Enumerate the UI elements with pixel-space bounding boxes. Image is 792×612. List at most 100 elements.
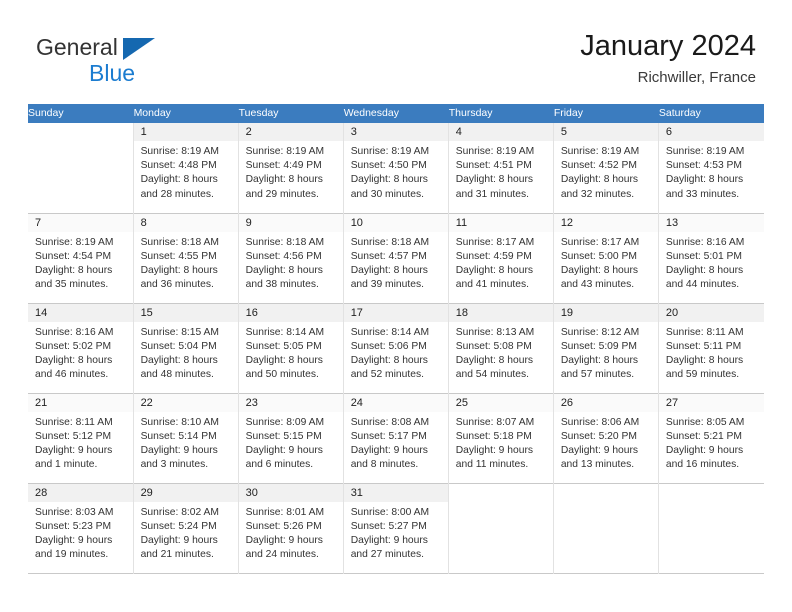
sunset-text: Sunset: 5:06 PM	[350, 340, 427, 352]
day-number: 27	[658, 393, 764, 412]
calendar-day-cell[interactable]: 1 Sunrise: 8:19 AM Sunset: 4:48 PM Daylight…	[133, 123, 239, 213]
calendar-week-row: 1 Sunrise: 8:19 AM Sunset: 4:48 PM Daylight…	[28, 123, 764, 213]
day-details: Sunrise: 8:00 AM Sunset: 5:27 PM Daylight:…	[344, 502, 448, 563]
sunrise-text: Sunrise: 8:00 AM	[350, 506, 430, 518]
day-details: Sunrise: 8:19 AM Sunset: 4:53 PM Daylight:…	[659, 141, 764, 202]
day-number: 11	[448, 213, 553, 232]
daylight-text-line1: Daylight: 8 hours	[560, 354, 639, 366]
day-number: 8	[133, 213, 238, 232]
weekday-header-saturday: Saturday	[658, 104, 765, 123]
calendar-day-cell[interactable]: 4 Sunrise: 8:19 AM Sunset: 4:51 PM Daylight…	[448, 123, 554, 213]
calendar-day-cell[interactable]: 29 Sunrise: 8:02 AM Sunset: 5:24 PM Dayligh…	[133, 483, 239, 573]
daylight-text-line2: and 54 minutes.	[455, 369, 530, 381]
daylight-text-line1: Daylight: 8 hours	[560, 264, 639, 276]
calendar-day-cell[interactable]: 16 Sunrise: 8:14 AM Sunset: 5:05 PM Dayligh…	[238, 303, 344, 393]
calendar-day-cell[interactable]: 23 Sunrise: 8:09 AM Sunset: 5:15 PM Dayligh…	[238, 393, 344, 483]
daylight-text-line2: and 32 minutes.	[560, 188, 635, 200]
sunset-text: Sunset: 4:56 PM	[245, 250, 322, 262]
day-details: Sunrise: 8:16 AM Sunset: 5:01 PM Daylight:…	[659, 232, 764, 293]
sunset-text: Sunset: 4:51 PM	[455, 160, 532, 172]
daylight-text-line1: Daylight: 8 hours	[455, 174, 534, 186]
calendar-day-cell[interactable]: 6 Sunrise: 8:19 AM Sunset: 4:53 PM Daylight…	[658, 123, 764, 213]
sunset-text: Sunset: 5:24 PM	[140, 520, 217, 532]
calendar-day-cell[interactable]: 28 Sunrise: 8:03 AM Sunset: 5:23 PM Dayligh…	[28, 483, 134, 573]
sunrise-text: Sunrise: 8:19 AM	[560, 146, 640, 157]
day-number: 5	[553, 123, 658, 141]
daylight-text-line2: and 33 minutes.	[665, 188, 740, 200]
calendar-day-cell[interactable]: 26 Sunrise: 8:06 AM Sunset: 5:20 PM Dayligh…	[553, 393, 659, 483]
daylight-text-line1: Daylight: 8 hours	[455, 354, 534, 366]
day-details: Sunrise: 8:19 AM Sunset: 4:52 PM Daylight:…	[554, 141, 658, 202]
calendar-day-cell[interactable]: 10 Sunrise: 8:18 AM Sunset: 4:57 PM Dayligh…	[343, 213, 449, 303]
calendar-day-cell[interactable]: 12 Sunrise: 8:17 AM Sunset: 5:00 PM Dayligh…	[553, 213, 659, 303]
daylight-text-line2: and 59 minutes.	[665, 369, 740, 381]
calendar-day-cell[interactable]: 3 Sunrise: 8:19 AM Sunset: 4:50 PM Daylight…	[343, 123, 449, 213]
sunset-text: Sunset: 5:15 PM	[245, 430, 322, 442]
calendar-day-cell[interactable]: 25 Sunrise: 8:07 AM Sunset: 5:18 PM Dayligh…	[448, 393, 554, 483]
daylight-text-line1: Daylight: 9 hours	[455, 444, 534, 456]
day-number: 17	[343, 303, 448, 322]
sunrise-text: Sunrise: 8:17 AM	[560, 236, 640, 248]
calendar-day-cell[interactable]: 21 Sunrise: 8:11 AM Sunset: 5:12 PM Dayligh…	[28, 393, 134, 483]
day-number: 1	[133, 123, 238, 141]
calendar-day-cell[interactable]: 8 Sunrise: 8:18 AM Sunset: 4:55 PM Daylight…	[133, 213, 239, 303]
day-details: Sunrise: 8:02 AM Sunset: 5:24 PM Daylight:…	[134, 502, 238, 563]
calendar-day-cell[interactable]: 17 Sunrise: 8:14 AM Sunset: 5:06 PM Dayligh…	[343, 303, 449, 393]
weekday-header-monday: Monday	[133, 104, 239, 123]
calendar-day-cell[interactable]: 31 Sunrise: 8:00 AM Sunset: 5:27 PM Dayligh…	[343, 483, 449, 573]
day-details: Sunrise: 8:19 AM Sunset: 4:54 PM Daylight:…	[28, 232, 133, 293]
daylight-text-line1: Daylight: 8 hours	[665, 354, 744, 366]
calendar-day-cell[interactable]: 15 Sunrise: 8:15 AM Sunset: 5:04 PM Dayligh…	[133, 303, 239, 393]
sunset-text: Sunset: 5:18 PM	[455, 430, 532, 442]
page-subtitle-location: Richwiller, France	[637, 69, 756, 87]
calendar-day-cell[interactable]: 18 Sunrise: 8:13 AM Sunset: 5:08 PM Dayligh…	[448, 303, 554, 393]
daylight-text-line1: Daylight: 9 hours	[245, 534, 323, 546]
day-details: Sunrise: 8:05 AM Sunset: 5:21 PM Daylight:…	[659, 412, 764, 473]
daylight-text-line1: Daylight: 8 hours	[140, 264, 218, 276]
calendar-day-cell[interactable]: 30 Sunrise: 8:01 AM Sunset: 5:26 PM Dayligh…	[238, 483, 344, 573]
day-number	[659, 484, 764, 502]
calendar-day-cell[interactable]: 19 Sunrise: 8:12 AM Sunset: 5:09 PM Dayligh…	[553, 303, 659, 393]
calendar-day-cell[interactable]: 24 Sunrise: 8:08 AM Sunset: 5:17 PM Dayligh…	[343, 393, 449, 483]
weekday-header-wednesday: Wednesday	[343, 104, 449, 123]
daylight-text-line1: Daylight: 8 hours	[350, 264, 428, 276]
day-details: Sunrise: 8:19 AM Sunset: 4:50 PM Daylight:…	[344, 141, 448, 202]
calendar-day-cell[interactable]: 27 Sunrise: 8:05 AM Sunset: 5:21 PM Dayligh…	[658, 393, 764, 483]
day-details: Sunrise: 8:19 AM Sunset: 4:51 PM Daylight:…	[449, 141, 553, 202]
calendar-day-cell[interactable]: 22 Sunrise: 8:10 AM Sunset: 5:14 PM Dayligh…	[133, 393, 239, 483]
sunrise-text: Sunrise: 8:03 AM	[35, 506, 114, 518]
day-details: Sunrise: 8:19 AM Sunset: 4:49 PM Daylight:…	[239, 141, 343, 202]
calendar-day-cell[interactable]: 14 Sunrise: 8:16 AM Sunset: 5:02 PM Dayligh…	[28, 303, 134, 393]
day-details: Sunrise: 8:12 AM Sunset: 5:09 PM Daylight:…	[554, 322, 658, 383]
calendar-day-cell[interactable]: 11 Sunrise: 8:17 AM Sunset: 4:59 PM Dayligh…	[448, 213, 554, 303]
daylight-text-line2: and 11 minutes.	[455, 459, 529, 471]
sunrise-text: Sunrise: 8:02 AM	[140, 506, 219, 518]
calendar-day-cell[interactable]: 5 Sunrise: 8:19 AM Sunset: 4:52 PM Daylight…	[553, 123, 659, 213]
sunrise-text: Sunrise: 8:14 AM	[350, 326, 430, 338]
day-details: Sunrise: 8:10 AM Sunset: 5:14 PM Daylight:…	[134, 412, 238, 473]
calendar-day-cell[interactable]: 2 Sunrise: 8:19 AM Sunset: 4:49 PM Daylight…	[238, 123, 344, 213]
weekday-header-tuesday: Tuesday	[238, 104, 344, 123]
calendar-week-row: 7 Sunrise: 8:19 AM Sunset: 4:54 PM Daylight…	[28, 213, 764, 303]
calendar-day-cell[interactable]: 7 Sunrise: 8:19 AM Sunset: 4:54 PM Daylight…	[28, 213, 134, 303]
daylight-text-line2: and 35 minutes.	[35, 279, 109, 291]
sunset-text: Sunset: 5:26 PM	[245, 520, 322, 532]
sunset-text: Sunset: 5:01 PM	[665, 250, 743, 262]
general-blue-logo[interactable]: General Blue	[36, 36, 256, 90]
day-number: 18	[448, 303, 553, 322]
logo-top-row: General	[36, 36, 256, 62]
weekday-header-sunday: Sunday	[28, 104, 134, 123]
sunset-text: Sunset: 4:48 PM	[140, 160, 217, 172]
calendar-day-cell[interactable]: 13 Sunrise: 8:16 AM Sunset: 5:01 PM Dayligh…	[658, 213, 764, 303]
sunset-text: Sunset: 5:14 PM	[140, 430, 217, 442]
sunset-text: Sunset: 5:09 PM	[560, 340, 637, 352]
sunrise-text: Sunrise: 8:16 AM	[35, 326, 114, 338]
sunset-text: Sunset: 5:21 PM	[665, 430, 743, 442]
calendar-day-cell[interactable]: 9 Sunrise: 8:18 AM Sunset: 4:56 PM Daylight…	[238, 213, 344, 303]
sunrise-text: Sunrise: 8:01 AM	[245, 506, 325, 518]
daylight-text-line1: Daylight: 8 hours	[35, 264, 113, 276]
day-number: 13	[658, 213, 764, 232]
day-details: Sunrise: 8:11 AM Sunset: 5:11 PM Daylight:…	[659, 322, 764, 383]
day-number: 30	[238, 483, 343, 502]
calendar-day-cell[interactable]: 20 Sunrise: 8:11 AM Sunset: 5:11 PM Dayligh…	[658, 303, 764, 393]
